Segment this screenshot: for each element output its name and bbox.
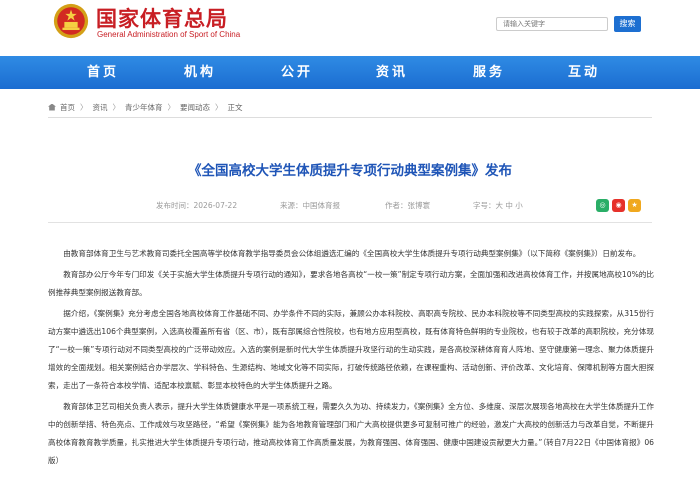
breadcrumb-news[interactable]: 资讯 [93,102,108,113]
nav-item-disclosure[interactable]: 公开 [281,56,313,89]
search-input[interactable]: 请输入关键字 [496,17,608,31]
nav-item-interaction[interactable]: 互动 [568,56,600,89]
breadcrumb-headlines[interactable]: 要闻动态 [180,102,210,113]
article-paragraph: 教育部体卫艺司相关负责人表示，提升大学生体质健康水平是一项系统工程，需要久久为功… [48,402,654,465]
home-icon [48,103,56,111]
breadcrumb-home[interactable]: 首页 [60,102,75,113]
weibo-icon[interactable]: ◉ [612,199,625,212]
article-meta: 发布时间：2026-07-22 来源：中国体育报 作者：张博寰 字号：大 中 小 [0,200,700,214]
divider [48,222,652,223]
breadcrumb: 首页 〉 资讯 〉 青少年体育 〉 要闻动态 〉 正文 [48,100,243,114]
font-size-control[interactable]: 字号：大 中 小 [473,200,523,211]
site-header: 国家体育总局 General Administration of Sport o… [0,0,700,56]
article-paragraph: 由教育部体育卫生与艺术教育司委托全国高等学校体育教学指导委员会公体组遴选汇编的《… [63,249,641,258]
article-paragraph: 教育部办公厅今年专门印发《关于实施大学生体质提升专项行动的通知》，要求各地各高校… [48,270,654,297]
divider [48,117,652,118]
national-emblem-icon[interactable] [52,2,90,40]
nav-item-services[interactable]: 服务 [473,56,505,89]
article-paragraph: 据介绍，《案例集》充分考虑全国各地高校体育工作基础不同、办学条件不同的实际，兼顾… [48,309,654,390]
share-bar: ◎ ◉ ★ [596,199,641,212]
breadcrumb-separator: 〉 [80,102,88,112]
article-title: 《全国高校大学生体质提升专项行动典型案例集》发布 [188,163,512,179]
nav-item-organization[interactable]: 机构 [184,56,216,89]
article-author: 作者：张博寰 [385,201,430,210]
site-name[interactable]: 国家体育总局 [96,3,228,33]
breadcrumb-current: 正文 [227,102,243,112]
search-button[interactable]: 搜索 [614,16,641,32]
article-source: 来源：中国体育报 [280,201,340,210]
nav-item-home[interactable]: 首页 [87,56,119,89]
site-name-english: General Administration of Sport of China [97,30,241,39]
breadcrumb-separator: 〉 [215,102,223,112]
main-nav: 首页 机构 公开 资讯 服务 互动 [0,56,700,89]
breadcrumb-youth-sports[interactable]: 青少年体育 [125,102,163,113]
article-body: 由教育部体育卫生与艺术教育司委托全国高等学校体育教学指导委员会公体组遴选汇编的《… [48,245,654,473]
favorite-icon[interactable]: ★ [628,199,641,212]
publish-time: 发布时间：2026-07-22 [156,201,238,210]
wechat-icon[interactable]: ◎ [596,199,609,212]
breadcrumb-separator: 〉 [112,102,121,112]
breadcrumb-separator: 〉 [167,102,176,112]
nav-item-news[interactable]: 资讯 [376,56,408,89]
